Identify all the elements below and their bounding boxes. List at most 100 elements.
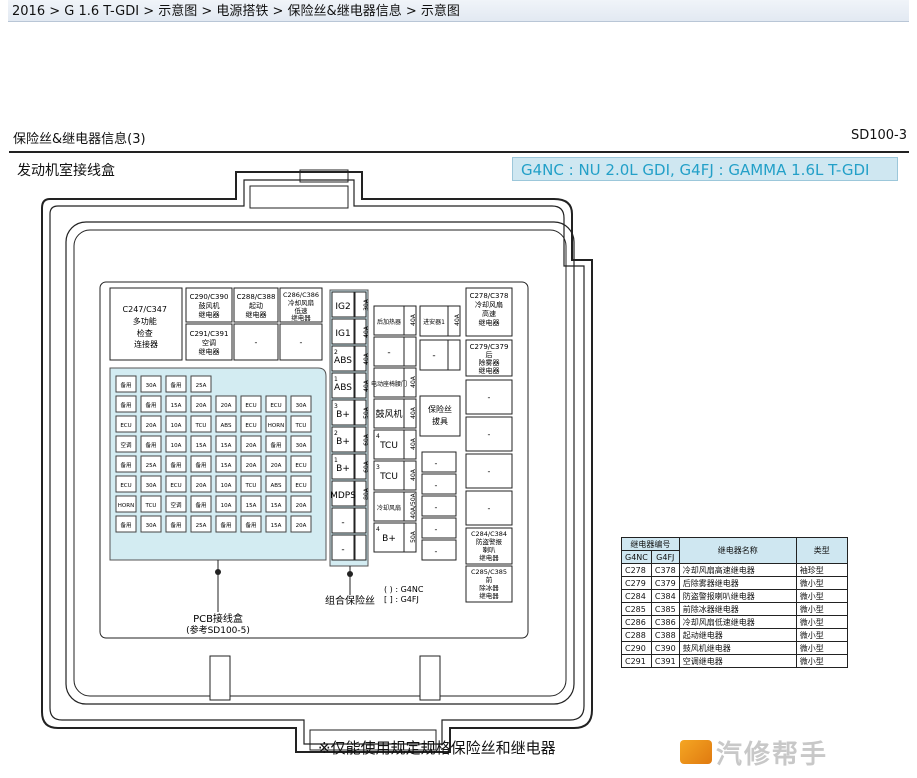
pcb-fuse-label: 25A xyxy=(196,383,207,389)
c278-line: 高速 xyxy=(482,309,496,318)
mid-fuse-name: TCU xyxy=(379,472,398,482)
table-cell: C285 xyxy=(621,602,652,616)
pcb-fuse-label: 备用 xyxy=(120,461,131,469)
table-row: C278 C378 冷却风扇高速继电器 袖珍型 xyxy=(621,563,848,577)
table-cell: 空调继电器 xyxy=(678,654,797,668)
table-cell: 前除冰器继电器 xyxy=(678,602,797,616)
pcb-fuse-label: ECU xyxy=(295,463,306,469)
multi-fuse-name: MDPS xyxy=(330,491,356,501)
mid-fuse-amp: 40A xyxy=(410,375,417,388)
c285-line: 继电器 xyxy=(479,591,499,600)
pcb-fuse-label: ECU xyxy=(245,403,256,409)
pcb-fuse-label: 15A xyxy=(246,503,257,509)
multi-fuse-name: B+ xyxy=(336,410,350,420)
table-cell: 冷却风扇低速继电器 xyxy=(678,615,797,629)
c291-line: C291/C391 xyxy=(190,330,229,338)
c279-line: C279/C379 xyxy=(470,343,509,351)
table-cell: 微小型 xyxy=(795,641,848,655)
relay-type-header: 类型 xyxy=(795,537,848,564)
c286-line: 冷却风扇 xyxy=(288,298,314,307)
pcb-fuse-label: 备用 xyxy=(195,501,206,509)
legend-line: ( ) : G4NC xyxy=(384,585,424,594)
relay-name-header: 继电器名称 xyxy=(678,537,797,564)
empty-slot: - xyxy=(435,481,438,490)
empty-slot: - xyxy=(435,525,438,534)
pcb-fuse-label: 30A xyxy=(296,403,307,409)
fuse-index: 1 xyxy=(334,376,338,383)
c288-line: 起动 xyxy=(249,301,263,310)
pcb-fuse-label: TCU xyxy=(245,483,257,489)
c286-line: 继电器 xyxy=(291,313,311,322)
pcb-fuse-label: 30A xyxy=(296,443,307,449)
table-cell: 起动继电器 xyxy=(678,628,797,642)
pcb-fuse-label: HORN xyxy=(268,423,284,429)
pcb-fuse-label: 20A xyxy=(246,443,257,449)
multi-fuse-amp-cell xyxy=(354,507,367,534)
c279-line: 后 xyxy=(486,350,493,359)
c285-line: C285/C385 xyxy=(471,568,507,576)
pcb-fuse-label: 备用 xyxy=(145,441,156,449)
table-cell: 鼓风机继电器 xyxy=(678,641,797,655)
pcb-fuse-label: ECU xyxy=(120,483,131,489)
warning-note: ※仅能使用规定规格保险丝和继电器 xyxy=(318,739,556,757)
table-cell: 微小型 xyxy=(795,589,848,603)
multi-fuse-amp-cell xyxy=(354,534,367,561)
logo-icon xyxy=(680,740,712,764)
c284-line: 防盗警报 xyxy=(476,537,503,546)
c291-line: 空调 xyxy=(202,338,216,347)
fuse-index: 3 xyxy=(334,403,338,410)
pcb-fuse-label: TCU xyxy=(195,423,207,429)
g4nc-header: G4NC xyxy=(621,550,652,564)
pcb-fuse-label: 20A xyxy=(246,463,257,469)
pcb-fuse-label: 备用 xyxy=(195,461,206,469)
mid-fuse-amp: 40A xyxy=(410,406,417,419)
multi-fuse-amp: 50A xyxy=(363,406,370,419)
empty-slot: - xyxy=(488,393,491,402)
mid-fuse-name: - xyxy=(387,348,390,358)
empty-slot: - xyxy=(435,459,438,468)
empty-slot: - xyxy=(488,504,491,513)
empty-slot: - xyxy=(488,467,491,476)
relay-no-header: 继电器编号 xyxy=(621,537,680,551)
table-cell: 微小型 xyxy=(795,602,848,616)
pcb-fuse-label: 10A xyxy=(221,503,232,509)
table-cell: C384 xyxy=(650,589,680,603)
table-cell: C290 xyxy=(621,641,652,655)
multi-fuse-name: - xyxy=(341,518,344,528)
multi-fuse-name: IG2 xyxy=(335,302,350,312)
fuse-index: 4 xyxy=(376,526,380,533)
c291-line: 继电器 xyxy=(199,347,220,356)
table-row: C290 C390 鼓风机继电器 微小型 xyxy=(621,641,848,655)
pcb-fuse-label: ABS xyxy=(221,423,232,429)
pcb-fuse-label: 备用 xyxy=(170,381,181,389)
pcb-fuse-label: 15A xyxy=(271,523,282,529)
pcb-fuse-label: 10A xyxy=(221,483,232,489)
table-cell: 冷却风扇高速继电器 xyxy=(678,563,797,577)
table-cell: C386 xyxy=(650,615,680,629)
multi-fuse-name: B+ xyxy=(336,464,350,474)
mid-fuse-amp: 50A xyxy=(410,530,417,543)
table-cell: C378 xyxy=(650,563,680,577)
fuse-index: 2 xyxy=(334,430,338,437)
table-cell: 微小型 xyxy=(795,628,848,642)
c286-line: C286/C386 xyxy=(283,291,319,299)
mid-fuse-name: 后加热器 xyxy=(377,318,401,326)
pcb-fuse-label: 备用 xyxy=(170,521,181,529)
table-cell: 微小型 xyxy=(795,615,848,629)
pcb-fuse-label: 20A xyxy=(296,503,307,509)
empty-slot: - xyxy=(435,503,438,512)
svg-text:( ) : G4NC[ ] : G4FJ: ( ) : G4NC[ ] : G4FJ xyxy=(384,585,424,604)
small-empty-fuse xyxy=(421,451,457,473)
pcb-fuse-label: 备用 xyxy=(170,461,181,469)
mid-fuse-name: 冷却风扇 xyxy=(377,504,401,512)
pcb-line: PCB接线盒 xyxy=(193,612,243,625)
c247-line: C247/C347 xyxy=(123,305,167,314)
right-fuse-name: - xyxy=(432,351,435,361)
fuse-index: 3 xyxy=(376,464,380,471)
table-cell: C284 xyxy=(621,589,652,603)
c247-line: 检查 xyxy=(137,328,153,338)
table-row: C288 C388 起动继电器 微小型 xyxy=(621,628,848,642)
multi-fuse-amp: 40A xyxy=(363,379,370,392)
fuse-index: 4 xyxy=(376,433,380,440)
pcb-fuse-label: 备用 xyxy=(145,401,156,409)
